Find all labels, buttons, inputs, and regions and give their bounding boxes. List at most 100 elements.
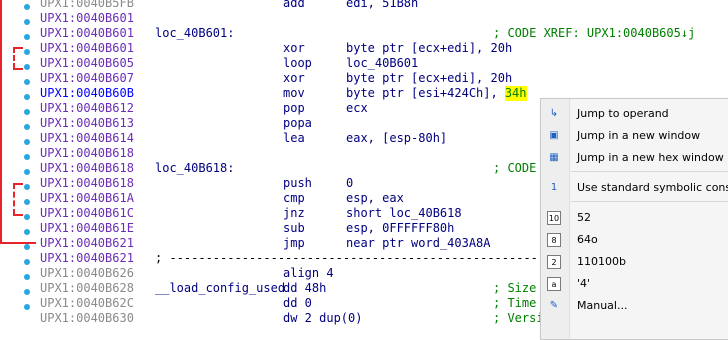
address: UPX1:0040B621 [40,251,134,265]
menu-item-char[interactable]: a '4' [541,273,728,295]
address: UPX1:0040B61C [40,206,134,220]
menu-item-label: Jump to operand [577,107,669,120]
code-label[interactable]: loc_40B618: [155,161,234,176]
jump-arrow-dashed [13,214,23,218]
address: UPX1:0040B605 [40,56,134,70]
operands[interactable]: short loc_40B618 [346,206,462,221]
menu-item-label: Jump in a new window [577,129,701,142]
mnemonic: add [283,0,305,10]
operands[interactable]: byte ptr [ecx+edi], 20h [346,71,512,86]
symbolic-constant-icon: 1 [550,182,558,193]
jump-arrow-dashed [13,47,23,51]
mnemonic: mov [283,86,305,100]
line-marker-dot [24,274,30,280]
listing-row[interactable]: UPX1:0040B605 loop loc_40B601 [40,56,728,71]
listing-row[interactable]: UPX1:0040B601 [40,11,728,26]
address: UPX1:0040B601 [40,11,134,25]
menu-item-label: Use standard symbolic const [577,181,728,194]
listing-row[interactable]: UPX1:0040B601 xor byte ptr [ecx+edi], 20h [40,41,728,56]
operands[interactable]: esp, 0FFFFFF80h [346,221,454,236]
code-label[interactable]: loc_40B601: [155,26,234,41]
operands[interactable]: 0 [346,176,353,191]
line-marker-dot [24,139,30,145]
xref-comment: ; Size [493,281,537,295]
xref-comment: ; CODE XREF: UPX1:0040B605↓j [493,26,696,40]
mnemonic: dd 0 [283,296,312,310]
line-marker-dot [24,259,30,265]
line-marker-dot [24,4,30,10]
menu-item-jump-to-operand[interactable]: ↳ Jump to operand [541,103,728,125]
line-marker-dot [24,304,30,310]
operands[interactable]: eax, [esp-80h] [346,131,447,146]
operands[interactable]: byte ptr [ecx+edi], 20h [346,41,512,56]
menu-item-label: Manual... [577,299,628,312]
line-marker-dot [24,169,30,175]
menu-item-new-window[interactable]: ▣ Jump in a new window [541,125,728,147]
octal-icon: 8 [547,233,561,247]
line-marker-dot [24,184,30,190]
code-label[interactable]: __load_config_used [155,281,285,296]
listing-row[interactable]: UPX1:0040B5FB add edi, 51B8h [40,0,728,11]
flow-arrows-gutter [0,0,36,327]
selected-operand[interactable]: 34h [504,86,527,101]
operands[interactable]: ecx [346,101,368,116]
loop-arrow-line [0,242,36,244]
binary-icon: 2 [547,255,561,269]
address: UPX1:0040B618 [40,176,134,190]
menu-item-octal[interactable]: 8 64o [541,229,728,251]
line-marker-dot [24,94,30,100]
address: UPX1:0040B618 [40,146,134,160]
listing-row[interactable]: UPX1:0040B601 loc_40B601: ; CODE XREF: UPX… [40,26,728,41]
address: UPX1:0040B618 [40,161,134,175]
mnemonic: cmp [283,191,305,205]
address: UPX1:0040B62C [40,296,134,310]
address: UPX1:0040B601 [40,41,134,55]
new-window-icon: ▣ [549,130,559,141]
line-marker-dot [24,109,30,115]
mnemonic: dd 48h [283,281,327,295]
loop-arrow-line [0,0,2,244]
menu-item-new-hex-window[interactable]: ▦ Jump in a new hex window [541,147,728,169]
address: UPX1:0040B628 [40,281,134,295]
address: UPX1:0040B614 [40,131,134,145]
mnemonic: dw 2 dup(0) [283,311,363,325]
mnemonic: sub [283,221,305,235]
line-marker-dot [24,64,30,70]
line-marker-dot [24,244,30,250]
menu-separator [571,171,728,172]
jump-to-operand-icon: ↳ [549,108,559,119]
menu-item-label: 110100b [577,255,626,268]
listing-row[interactable]: UPX1:0040B607 xor byte ptr [ecx+edi], 20h [40,71,728,86]
jump-arrow-dashed [13,68,23,72]
menu-item-symbolic-constant[interactable]: 1 Use standard symbolic const [541,177,728,199]
operands[interactable]: near ptr word_403A8A [346,236,491,251]
menu-separator [571,201,728,202]
mnemonic: popa [283,116,312,130]
menu-item-manual[interactable]: ✎ Manual... [541,295,728,317]
menu-item-hex[interactable]: 10 52 [541,207,728,229]
operands[interactable]: esp, eax [346,191,404,206]
line-marker-dot [24,49,30,55]
mnemonic: align 4 [283,266,334,280]
jump-arrow-dashed [13,183,23,187]
line-marker-dot [24,34,30,40]
operands[interactable]: byte ptr [esi+424Ch], [346,86,505,101]
menu-item-binary[interactable]: 2 110100b [541,251,728,273]
code-label[interactable]: ; --------------------------------------… [155,251,581,266]
context-menu: ↳ Jump to operand ▣ Jump in a new window ▦ Ju… [540,98,728,340]
manual-icon: ✎ [549,300,559,311]
operands[interactable]: loc_40B601 [346,56,418,71]
char-icon: a [547,277,561,291]
hex-icon: 10 [547,211,561,225]
line-marker-dot [24,154,30,160]
mnemonic: push [283,176,312,190]
line-marker-dot [24,229,30,235]
mnemonic: loop [283,56,312,70]
mnemonic: jnz [283,206,305,220]
mnemonic: lea [283,131,305,145]
line-marker-dot [24,124,30,130]
address: UPX1:0040B61A [40,191,134,205]
operands[interactable]: edi, 51B8h [346,0,418,11]
line-marker-dot [24,214,30,220]
new-hex-window-icon: ▦ [549,152,559,163]
